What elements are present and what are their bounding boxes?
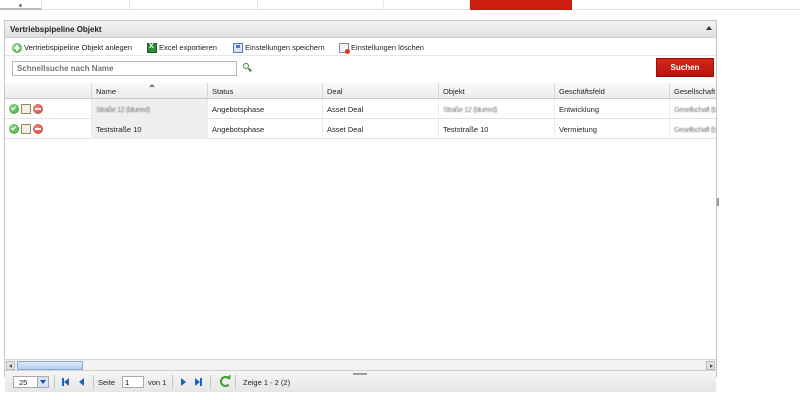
- excel-export-label: Excel exportieren: [159, 43, 217, 52]
- quick-search-input[interactable]: [12, 61, 237, 76]
- add-objekt-label: Vertriebspipeline Objekt anlegen: [24, 43, 132, 52]
- cell-gesellschaft: Gesellschaft (blurred): [670, 119, 716, 139]
- cell-deal: Asset Deal: [323, 99, 439, 119]
- panel-title: Vertriebspipeline Objekt: [10, 25, 102, 34]
- add-objekt-button[interactable]: Vertriebspipeline Objekt anlegen: [12, 42, 132, 53]
- first-page-icon[interactable]: [61, 377, 71, 387]
- column-header-deal[interactable]: Deal: [323, 83, 439, 99]
- table-row[interactable]: Teststraße 10 Angebotsphase Asset Deal T…: [5, 119, 716, 139]
- excel-export-button[interactable]: Excel exportieren: [147, 42, 217, 53]
- add-icon: [12, 42, 22, 53]
- cell-deal: Asset Deal: [323, 119, 439, 139]
- page-count-label: von 1: [148, 378, 167, 387]
- panel-header: Vertriebspipeline Objekt: [5, 21, 716, 38]
- previous-page-icon[interactable]: [77, 377, 87, 387]
- panel-resize-handle[interactable]: [353, 373, 367, 375]
- scroll-left-icon[interactable]: [6, 361, 15, 370]
- data-grid: Name Status Deal Objekt Geschäftsfeld Ge…: [5, 83, 716, 359]
- column-header-gesellschaft[interactable]: Gesellschaft: [670, 83, 716, 99]
- save-settings-button[interactable]: Einstellungen speichern: [233, 42, 325, 53]
- column-header-name[interactable]: Name: [92, 83, 208, 99]
- handle-shape: [248, 67, 252, 72]
- nav-tab-2[interactable]: [42, 0, 130, 10]
- pager-divider: [172, 375, 173, 389]
- horizontal-scrollbar[interactable]: [5, 359, 716, 370]
- collapse-icon[interactable]: [706, 26, 712, 30]
- toolbar: Vertriebspipeline Objekt anlegen Excel e…: [5, 38, 716, 56]
- delete-settings-icon: [339, 42, 350, 54]
- cell-geschaeftsfeld: Vermietung: [555, 119, 670, 139]
- delete-settings-button[interactable]: Einstellungen löschen: [339, 42, 424, 54]
- pager-divider: [54, 375, 55, 389]
- search-row: Suchen: [5, 56, 716, 81]
- activate-icon[interactable]: [9, 124, 19, 134]
- grid-header: Name Status Deal Objekt Geschäftsfeld Ge…: [5, 83, 716, 99]
- cell-name: Teststraße 10: [92, 119, 208, 139]
- table-row[interactable]: Straße 12 (blurred) Angebotsphase Asset …: [5, 99, 716, 119]
- scroll-right-icon[interactable]: [706, 361, 715, 370]
- pager-divider: [235, 375, 236, 389]
- cell-name-text: Straße 12 (blurred): [96, 105, 150, 114]
- nav-tab-3[interactable]: [130, 0, 258, 10]
- edit-icon[interactable]: [21, 104, 31, 114]
- column-header-status[interactable]: Status: [208, 83, 323, 99]
- scroll-thumb[interactable]: [17, 361, 83, 370]
- cell-gesellschaft-text: Gesellschaft (blurred): [674, 105, 716, 114]
- sort-ascending-icon: [149, 84, 155, 87]
- display-info: Zeige 1 - 2 (2): [243, 378, 291, 387]
- column-header-objekt[interactable]: Objekt: [439, 83, 555, 99]
- save-settings-icon: [233, 42, 243, 53]
- excel-icon: [147, 42, 157, 53]
- remove-icon[interactable]: [33, 124, 43, 134]
- nav-tab-4[interactable]: [258, 0, 384, 10]
- nav-tab-home[interactable]: [0, 0, 42, 10]
- page-size-value: 25: [19, 378, 28, 387]
- page-size-select[interactable]: 25: [13, 376, 49, 388]
- row-actions-cell: [5, 99, 92, 119]
- row-actions: [9, 104, 43, 114]
- cell-status: Angebotsphase: [208, 119, 323, 139]
- chevron-down-icon: [37, 377, 48, 387]
- page-number-input[interactable]: [122, 376, 144, 388]
- column-header-geschaeftsfeld[interactable]: Geschäftsfeld: [555, 83, 670, 99]
- column-resize-handle[interactable]: [717, 198, 719, 206]
- row-actions: [9, 124, 43, 134]
- cell-objekt: Teststraße 10: [439, 119, 555, 139]
- page-label: Seite: [98, 378, 116, 387]
- row-actions-cell: [5, 119, 92, 139]
- home-dot-icon: [19, 4, 22, 7]
- cell-objekt-text: Straße 12 (blurred): [443, 105, 497, 114]
- vertriebspipeline-panel: Vertriebspipeline Objekt Vertriebspipeli…: [4, 20, 719, 392]
- pager-divider: [210, 375, 211, 389]
- top-navigation: [0, 0, 800, 10]
- next-page-icon[interactable]: [178, 377, 188, 387]
- cell-gesellschaft-text: Gesellschaft (blurred): [674, 125, 716, 134]
- cell-geschaeftsfeld: Entwicklung: [555, 99, 670, 119]
- pager-divider: [93, 375, 94, 389]
- nav-tab-5[interactable]: [384, 0, 470, 10]
- search-button[interactable]: Suchen: [656, 58, 714, 77]
- cell-objekt: Straße 12 (blurred): [439, 99, 555, 119]
- search-icon[interactable]: [243, 63, 252, 72]
- cell-status: Angebotsphase: [208, 99, 323, 119]
- cell-gesellschaft: Gesellschaft (blurred): [670, 99, 716, 119]
- edit-icon[interactable]: [21, 124, 31, 134]
- nav-tab-active[interactable]: [470, 0, 572, 10]
- activate-icon[interactable]: [9, 104, 19, 114]
- last-page-icon[interactable]: [193, 377, 203, 387]
- column-header-actions: [5, 83, 92, 99]
- column-header-name-label: Name: [96, 87, 117, 96]
- remove-icon[interactable]: [33, 104, 43, 114]
- refresh-icon[interactable]: [220, 376, 231, 387]
- cell-name: Straße 12 (blurred): [92, 99, 208, 119]
- save-settings-label: Einstellungen speichern: [245, 43, 325, 52]
- delete-settings-label: Einstellungen löschen: [351, 43, 424, 52]
